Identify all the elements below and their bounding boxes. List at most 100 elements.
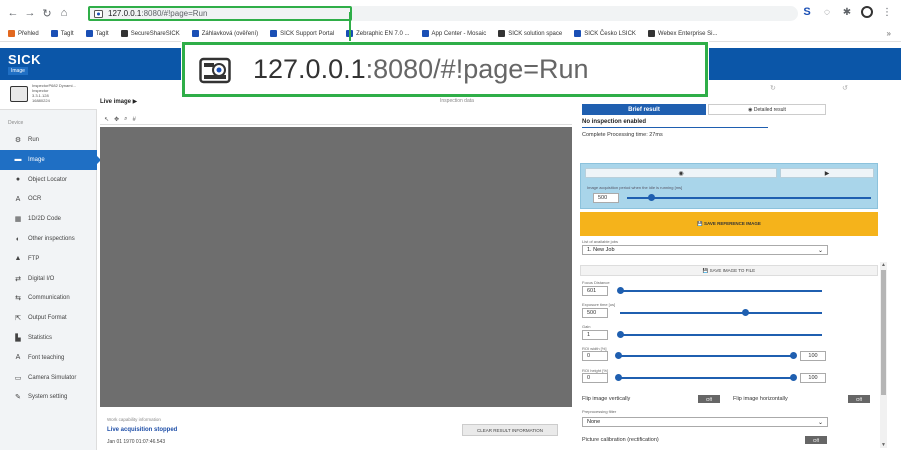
roi-min-input[interactable]: 0 xyxy=(582,373,608,383)
device-card[interactable]: InspectorP682 Dynami... Inspector 3.3.1.… xyxy=(0,80,97,110)
extension-icon[interactable]: ◌ xyxy=(821,6,833,18)
puzzle-icon[interactable]: ✱ xyxy=(841,6,853,18)
sidebar-item-ftp[interactable]: ▲ FTP xyxy=(0,249,97,269)
save-reference-image-button[interactable]: 💾 SAVE REFERENCE IMAGE xyxy=(580,212,878,236)
sidebar-item-output-format[interactable]: ⇱ Output Format xyxy=(0,308,97,328)
roi-slider-track[interactable] xyxy=(618,377,794,379)
account-avatar-icon[interactable] xyxy=(861,6,873,18)
bookmark-item[interactable]: Přehled xyxy=(8,30,39,37)
sick-extension-icon[interactable]: S xyxy=(801,6,813,18)
bookmark-icon xyxy=(647,30,655,37)
sidebar-item-digital-i-o[interactable]: ⇄ Digital I/O xyxy=(0,269,97,289)
param-input[interactable]: 601 xyxy=(582,286,608,296)
param-input[interactable]: 500 xyxy=(582,308,608,318)
picture-calibration-toggle[interactable]: Off xyxy=(805,436,827,444)
sidebar-item-label: Statistics xyxy=(28,335,53,341)
home-icon[interactable]: ⌂ xyxy=(57,6,71,20)
flip-horizontal-toggle[interactable]: Off xyxy=(848,395,870,403)
param-label: Gain xyxy=(582,324,591,329)
sidebar-item-label: Object Locator xyxy=(28,176,68,183)
sidebar-item-other-inspections[interactable]: ◐ Other inspections xyxy=(0,229,97,249)
bookmark-label: Zebraphic EN 7.0 ... xyxy=(356,30,410,37)
roi-slider-thumb-max[interactable] xyxy=(790,374,797,381)
bookmark-item[interactable]: TagIt xyxy=(50,30,74,37)
param-slider-track[interactable] xyxy=(620,290,822,292)
bookmark-icon xyxy=(120,30,128,37)
bookmarks-overflow-icon[interactable]: » xyxy=(887,29,891,38)
sidebar-item-system-setting[interactable]: ✎ System setting xyxy=(0,387,97,407)
save-image-to-file-button[interactable]: 💾 SAVE IMAGE TO FILE xyxy=(580,265,878,276)
sidebar-item-label: System setting xyxy=(28,394,68,401)
sidebar-item-font-teaching[interactable]: A Font teaching xyxy=(0,348,97,368)
undo-icon[interactable]: ↺ xyxy=(842,84,848,92)
live-image-viewport[interactable] xyxy=(100,127,572,407)
sidebar-item-object-locator[interactable]: ● Object Locator xyxy=(0,170,97,190)
sidebar-item-icon: ▙ xyxy=(15,335,21,342)
bookmark-item[interactable]: SecureShareSICK xyxy=(120,30,180,37)
acquisition-period-input[interactable]: 500 xyxy=(593,193,619,203)
bookmark-item[interactable]: SICK solution space xyxy=(498,30,562,37)
param-slider-track[interactable] xyxy=(620,334,822,336)
flip-vertical-toggle[interactable]: Off xyxy=(698,395,720,403)
roi-slider-thumb-min[interactable] xyxy=(615,352,622,359)
pointer-icon[interactable]: ↖ xyxy=(104,116,109,123)
grid-icon[interactable]: # xyxy=(132,117,135,123)
live-image-title[interactable]: Live image ▶ xyxy=(100,98,137,105)
sidebar-item-image[interactable]: ▬ Image xyxy=(0,149,101,170)
bookmark-item[interactable]: TagIt xyxy=(85,30,109,37)
redo-icon[interactable]: ↻ xyxy=(770,84,776,92)
forward-arrow-icon[interactable]: → xyxy=(23,6,37,20)
sidebar-item-label: Communication xyxy=(28,295,70,302)
device-info: InspectorP682 Dynami... Inspector 3.3.1.… xyxy=(32,83,76,103)
bookmark-item[interactable]: SICK Česko LSICK xyxy=(574,30,636,37)
chevron-down-icon: ⌄ xyxy=(817,420,823,426)
right-panel-scrollbar[interactable]: ▲ ▼ xyxy=(880,262,887,448)
preprocessing-label: Preprocessing filter xyxy=(582,409,617,414)
bookmark-item[interactable]: Webex Enterprise Si... xyxy=(647,30,718,37)
acquisition-slider-thumb[interactable] xyxy=(648,194,656,201)
zoom-icon[interactable]: ⌕ xyxy=(124,116,127,123)
browser-actions: S ◌ ✱ ⋮ xyxy=(801,6,893,18)
bookmark-item[interactable]: Zebraphic EN 7.0 ... xyxy=(346,30,410,37)
param-input[interactable]: 1 xyxy=(582,330,608,340)
bookmark-icon xyxy=(191,30,199,37)
job-select[interactable]: 1. New Job ⌄ xyxy=(582,245,828,255)
reload-icon[interactable]: ↻ xyxy=(40,6,54,20)
bookmark-item[interactable]: Záhlavková (ověření) xyxy=(191,30,258,37)
sidebar-item-icon: ⇱ xyxy=(15,315,21,323)
bookmark-item[interactable]: App Center - Mosaic xyxy=(421,30,486,37)
sidebar-item-1d-2d-code[interactable]: ▦ 1D/2D Code xyxy=(0,209,97,229)
acquisition-slider-track[interactable] xyxy=(627,197,871,199)
snapshot-button[interactable]: ◉ xyxy=(585,168,777,178)
param-slider-thumb[interactable] xyxy=(617,331,624,338)
roi-max-input[interactable]: 100 xyxy=(800,373,826,383)
sidebar-item-camera-simulator[interactable]: ▭ Camera Simulator xyxy=(0,368,97,388)
roi-max-input[interactable]: 100 xyxy=(800,351,826,361)
roi-slider-thumb-min[interactable] xyxy=(615,374,622,381)
clear-result-button[interactable]: CLEAR RESULT INFORMATION xyxy=(462,424,558,436)
back-arrow-icon[interactable]: ← xyxy=(6,6,20,20)
scroll-up-icon[interactable]: ▲ xyxy=(880,262,887,268)
param-slider-thumb[interactable] xyxy=(617,287,624,294)
param-label: Exposure time [us] xyxy=(582,302,616,307)
sidebar-item-icon: ◐ xyxy=(15,235,21,243)
scroll-down-icon[interactable]: ▼ xyxy=(880,442,887,448)
tab-detailed-result[interactable]: ◉ Detailed result xyxy=(708,104,826,115)
roi-slider-track[interactable] xyxy=(618,355,794,357)
roi-slider-thumb-max[interactable] xyxy=(790,352,797,359)
param-slider-thumb[interactable] xyxy=(742,309,750,316)
move-icon[interactable]: ✥ xyxy=(114,116,119,123)
roi-min-input[interactable]: 0 xyxy=(582,351,608,361)
play-button[interactable]: ▶ xyxy=(780,168,874,178)
preprocessing-select[interactable]: None ⌄ xyxy=(582,417,828,427)
sidebar-item-icon: ⇆ xyxy=(15,295,21,303)
scrollbar-thumb[interactable] xyxy=(881,270,886,395)
bookmark-item[interactable]: SICK Support Portal xyxy=(270,30,334,37)
sidebar-item-run[interactable]: ⚙ Run xyxy=(0,130,97,150)
sidebar-item-statistics[interactable]: ▙ Statistics xyxy=(0,328,97,348)
menu-dots-icon[interactable]: ⋮ xyxy=(881,6,893,18)
param-slider-track[interactable] xyxy=(620,312,822,314)
sidebar-item-communication[interactable]: ⇆ Communication xyxy=(0,288,97,308)
tab-brief-result[interactable]: Brief result xyxy=(582,104,706,115)
sidebar-item-ocr[interactable]: A OCR xyxy=(0,189,97,209)
